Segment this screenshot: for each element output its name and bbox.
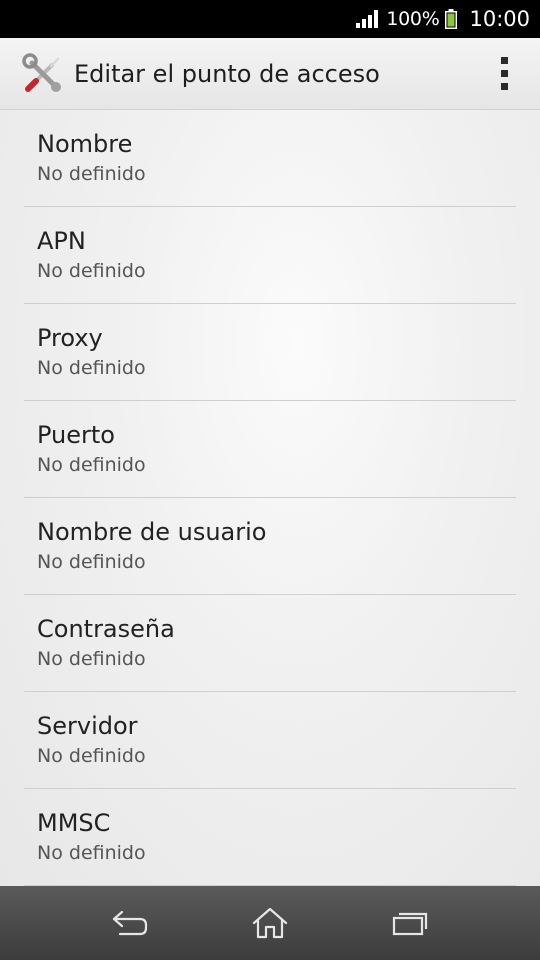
recent-apps-icon[interactable] (375, 893, 445, 953)
preference-summary: No definido (37, 842, 146, 864)
preference-title: Proxy (37, 324, 103, 352)
page-title: Editar el punto de acceso (74, 59, 380, 88)
preference-title: APN (37, 227, 86, 255)
preference-summary: No definido (37, 745, 146, 767)
settings-tools-icon[interactable] (22, 52, 64, 95)
status-bar: 100% 10:00 (0, 0, 540, 38)
preference-title: Nombre de usuario (37, 518, 267, 546)
preference-servidor[interactable]: Servidor No definido (24, 692, 516, 789)
preference-summary: No definido (37, 648, 146, 670)
signal-icon (356, 10, 379, 28)
preference-summary: No definido (37, 357, 146, 379)
preference-title: MMSC (37, 809, 111, 837)
preference-title: Servidor (37, 712, 138, 740)
preference-summary: No definido (37, 163, 146, 185)
preference-summary: No definido (37, 454, 146, 476)
preference-title: Nombre (37, 130, 133, 158)
navigation-bar (0, 886, 540, 960)
preference-title: Puerto (37, 421, 115, 449)
home-icon[interactable] (235, 893, 305, 953)
action-bar: Editar el punto de acceso (0, 38, 540, 110)
preference-summary: No definido (37, 260, 146, 282)
overflow-menu-icon[interactable] (484, 44, 524, 104)
preference-puerto[interactable]: Puerto No definido (24, 401, 516, 498)
preference-nombre-de-usuario[interactable]: Nombre de usuario No definido (24, 498, 516, 595)
preference-contrasena[interactable]: Contraseña No definido (24, 595, 516, 692)
preference-title: Contraseña (37, 615, 175, 643)
preference-mmsc[interactable]: MMSC No definido (24, 789, 516, 886)
battery-icon (445, 9, 458, 29)
battery-percentage: 100% (386, 8, 440, 30)
apn-settings-list: Nombre No definido APN No definido Proxy… (0, 110, 540, 886)
preference-nombre[interactable]: Nombre No definido (24, 110, 516, 207)
clock: 10:00 (469, 7, 530, 31)
preference-apn[interactable]: APN No definido (24, 207, 516, 304)
back-icon[interactable] (95, 893, 165, 953)
preference-proxy[interactable]: Proxy No definido (24, 304, 516, 401)
preference-summary: No definido (37, 551, 146, 573)
